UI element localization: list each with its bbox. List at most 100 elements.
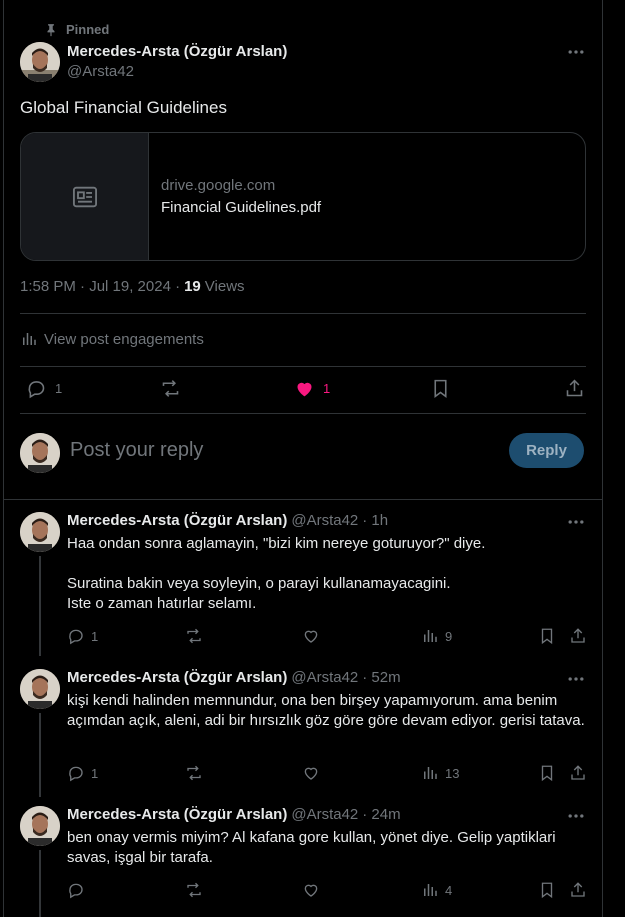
avatar[interactable] (20, 512, 60, 552)
like-button[interactable]: 1 (294, 378, 330, 399)
reply-header: Mercedes-Arsta (Özgür Arslan) @Arsta42 ·… (67, 512, 388, 529)
main-post: Pinned Mercedes-Arsta (Özgür Arslan) @Ar… (4, 0, 602, 500)
reply-text: Haa ondan sonra aglamayin, "bizi kim ner… (67, 535, 486, 612)
post-action-bar: 1 1 (20, 372, 586, 408)
heart-icon (302, 627, 320, 645)
views-button[interactable]: 4 (421, 881, 452, 899)
views-count: 13 (445, 765, 460, 781)
pinned-label: Pinned (66, 22, 110, 37)
reply-post[interactable]: Mercedes-Arsta (Özgür Arslan) @Arsta42 ·… (4, 794, 604, 917)
analytics-icon (421, 881, 439, 899)
views-count: 9 (445, 628, 453, 644)
author-name[interactable]: Mercedes-Arsta (Özgür Arslan) (67, 43, 287, 60)
views-count: 19 (184, 278, 201, 295)
views-button[interactable]: 9 (421, 627, 452, 645)
analytics-icon (20, 330, 38, 348)
views-button[interactable]: 13 (421, 764, 459, 782)
bookmark-icon (538, 881, 556, 899)
share-button[interactable] (569, 764, 587, 782)
author-handle[interactable]: @Arsta42 (67, 63, 134, 80)
reply-header: Mercedes-Arsta (Özgür Arslan) @Arsta42 ·… (67, 669, 401, 686)
views-label: Views (204, 278, 245, 295)
author-name[interactable]: Mercedes-Arsta (Özgür Arslan) (67, 512, 287, 529)
heart-icon (302, 764, 320, 782)
repost-button[interactable] (185, 764, 203, 782)
reply-button[interactable] (67, 881, 91, 899)
more-icon[interactable] (566, 42, 586, 62)
repost-button[interactable] (160, 378, 181, 399)
reply-post[interactable]: Mercedes-Arsta (Özgür Arslan) @Arsta42 ·… (4, 657, 604, 797)
reply-submit-button[interactable]: Reply (509, 433, 584, 468)
reply-input[interactable]: Post your reply (70, 439, 203, 462)
reply-action-bar: 1 13 (67, 764, 587, 788)
repost-button[interactable] (185, 627, 203, 645)
reply-time[interactable]: · 52m (362, 669, 400, 686)
share-button[interactable] (569, 881, 587, 899)
like-button[interactable] (302, 764, 320, 782)
divider (20, 366, 586, 367)
repost-icon (185, 764, 203, 782)
thread-line (39, 713, 41, 797)
author-name[interactable]: Mercedes-Arsta (Özgür Arslan) (67, 806, 287, 823)
bookmark-icon (538, 764, 556, 782)
post-text: Global Financial Guidelines (20, 98, 227, 117)
reply-button[interactable]: 1 (67, 627, 98, 645)
avatar[interactable] (20, 806, 60, 846)
avatar[interactable] (20, 42, 60, 82)
reply-header: Mercedes-Arsta (Özgür Arslan) @Arsta42 ·… (67, 806, 401, 823)
reply-icon (67, 764, 85, 782)
link-card[interactable]: drive.google.com Financial Guidelines.pd… (20, 132, 586, 261)
reply-post[interactable]: Mercedes-Arsta (Özgür Arslan) @Arsta42 ·… (4, 500, 604, 660)
reply-composer: Post your reply Reply (20, 431, 586, 473)
timeline-column: Pinned Mercedes-Arsta (Özgür Arslan) @Ar… (3, 0, 603, 917)
pin-icon (44, 23, 58, 37)
author-name[interactable]: Mercedes-Arsta (Özgür Arslan) (67, 669, 287, 686)
repost-icon (160, 378, 181, 399)
author-handle[interactable]: @Arsta42 (291, 669, 358, 686)
like-button[interactable] (302, 881, 320, 899)
divider (20, 413, 586, 414)
author-handle[interactable]: @Arsta42 (291, 806, 358, 823)
more-icon[interactable] (566, 806, 586, 826)
analytics-icon (421, 764, 439, 782)
share-icon (564, 378, 585, 399)
bookmark-button[interactable] (538, 881, 556, 899)
bookmark-button[interactable] (430, 378, 451, 399)
repost-icon (185, 881, 203, 899)
heart-filled-icon (294, 378, 315, 399)
bookmark-icon (538, 627, 556, 645)
more-icon[interactable] (566, 512, 586, 532)
reply-button[interactable]: 1 (67, 764, 98, 782)
reply-time[interactable]: · 1h (362, 512, 388, 529)
like-count: 1 (323, 381, 331, 396)
share-icon (569, 881, 587, 899)
views-count: 4 (445, 882, 453, 898)
reply-icon (67, 881, 85, 899)
post-timestamp[interactable]: 1:58 PM · Jul 19, 2024 · (20, 278, 180, 295)
card-title: Financial Guidelines.pdf (161, 199, 322, 216)
reply-time[interactable]: · 24m (362, 806, 400, 823)
reply-text: ben onay vermis miyim? Al kafana gore ku… (67, 829, 560, 866)
heart-icon (302, 881, 320, 899)
engagements-label: View post engagements (44, 330, 204, 348)
share-button[interactable] (569, 627, 587, 645)
reply-icon (67, 627, 85, 645)
reply-count: 1 (91, 765, 99, 781)
reply-button[interactable]: 1 (26, 378, 62, 399)
repost-icon (185, 627, 203, 645)
view-engagements-link[interactable]: View post engagements (20, 330, 204, 348)
card-thumbnail (21, 133, 149, 260)
more-icon[interactable] (566, 669, 586, 689)
pinned-indicator: Pinned (44, 22, 109, 37)
like-button[interactable] (302, 627, 320, 645)
bookmark-icon (430, 378, 451, 399)
repost-button[interactable] (185, 881, 203, 899)
reply-count: 1 (91, 628, 99, 644)
bookmark-button[interactable] (538, 764, 556, 782)
share-icon (569, 764, 587, 782)
thread-line (39, 850, 41, 917)
share-button[interactable] (564, 378, 585, 399)
author-handle[interactable]: @Arsta42 (291, 512, 358, 529)
bookmark-button[interactable] (538, 627, 556, 645)
avatar[interactable] (20, 669, 60, 709)
